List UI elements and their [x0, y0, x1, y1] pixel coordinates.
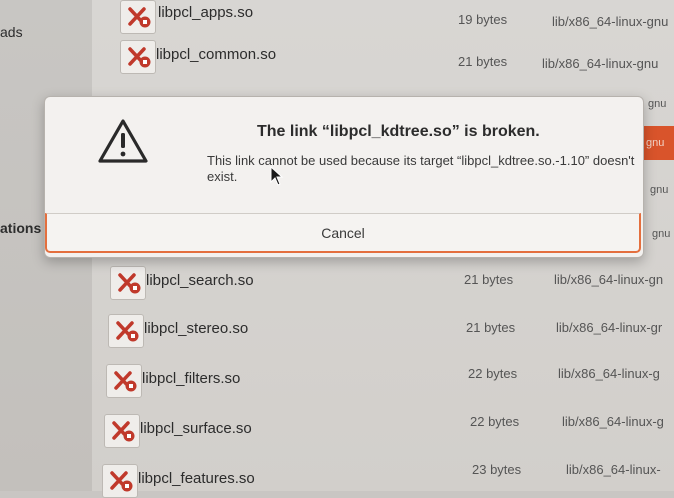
file-name: libpcl_stereo.so: [144, 320, 249, 337]
cancel-button[interactable]: Cancel: [45, 213, 641, 253]
file-type: lib/x86_64-linux-g: [562, 414, 664, 429]
broken-link-file-icon: [106, 364, 142, 398]
selected-row-peek: gnu: [642, 126, 674, 160]
file-size: 21 bytes: [458, 54, 508, 69]
sidebar-item-downloads[interactable]: ads: [0, 24, 23, 40]
broken-link-file-icon: [108, 314, 144, 348]
dialog-title: The link “libpcl_kdtree.so” is broken.: [257, 123, 540, 140]
list-item[interactable]: libpcl_features.so 23 bytes lib/x86_64-l…: [92, 458, 674, 498]
file-size: 19 bytes: [458, 12, 508, 27]
file-size: 22 bytes: [468, 366, 518, 381]
file-type: lib/x86_64-linux-g: [558, 366, 660, 381]
file-type: lib/x86_64-linux-gnu: [542, 56, 659, 71]
mouse-cursor-icon: [270, 165, 284, 191]
file-type: lib/x86_64-linux-: [566, 462, 661, 477]
file-name: libpcl_common.so: [156, 46, 277, 63]
broken-link-file-icon: [102, 464, 138, 498]
file-type: lib/x86_64-linux-gr: [556, 320, 663, 335]
list-item[interactable]: libpcl_filters.so 22 bytes lib/x86_64-li…: [92, 360, 674, 400]
sidebar-item-applications[interactable]: ations: [0, 220, 41, 236]
file-name: libpcl_apps.so: [158, 4, 254, 21]
file-size: 22 bytes: [470, 414, 520, 429]
file-type-peek: gnu: [650, 184, 669, 196]
file-type-peek: gnu: [652, 228, 671, 240]
file-name: libpcl_surface.so: [140, 420, 252, 437]
file-name: libpcl_search.so: [146, 272, 254, 289]
list-item[interactable]: libpcl_stereo.so 21 bytes lib/x86_64-lin…: [92, 312, 674, 352]
list-item[interactable]: libpcl_surface.so 22 bytes lib/x86_64-li…: [92, 410, 674, 450]
broken-link-file-icon: [110, 266, 146, 300]
file-name: libpcl_features.so: [138, 470, 255, 487]
file-manager-window: ads ations libpcl_apps.so 19 bytes lib/x…: [0, 0, 674, 498]
file-size: 21 bytes: [464, 272, 514, 287]
list-item[interactable]: libpcl_apps.so 19 bytes lib/x86_64-linux…: [92, 0, 674, 40]
broken-link-file-icon: [104, 414, 140, 448]
file-size: 23 bytes: [472, 462, 522, 477]
file-type: lib/x86_64-linux-gn: [554, 272, 664, 287]
file-size: 21 bytes: [466, 320, 516, 335]
file-name: libpcl_filters.so: [142, 370, 241, 387]
broken-link-file-icon: [120, 0, 156, 34]
list-item[interactable]: libpcl_search.so 21 bytes lib/x86_64-lin…: [92, 264, 674, 304]
file-type-peek: gnu: [646, 137, 665, 149]
broken-link-file-icon: [120, 40, 156, 74]
list-item[interactable]: libpcl_common.so 21 bytes lib/x86_64-lin…: [92, 40, 674, 80]
warning-icon: [97, 117, 149, 170]
broken-link-dialog: The link “libpcl_kdtree.so” is broken. T…: [44, 96, 644, 258]
file-type: lib/x86_64-linux-gnu: [552, 14, 669, 29]
file-type-peek: gnu: [648, 98, 667, 110]
